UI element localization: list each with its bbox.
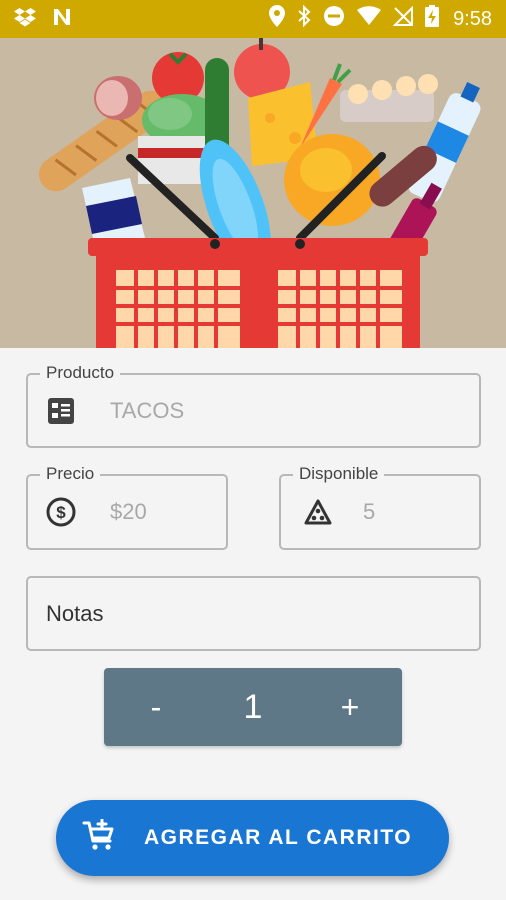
status-time: 9:58 xyxy=(453,7,492,30)
decrease-button[interactable]: - xyxy=(144,689,168,726)
producto-value: TACOS xyxy=(110,397,185,423)
add-cart-icon xyxy=(82,818,116,858)
precio-value: $20 xyxy=(110,499,147,524)
grocery-basket-banner xyxy=(0,38,506,348)
battery-charging-icon xyxy=(425,5,440,33)
disponible-label: Disponible xyxy=(293,464,385,484)
dropbox-icon xyxy=(14,7,36,32)
bluetooth-icon xyxy=(297,4,311,33)
stock-triangle-icon xyxy=(303,497,333,527)
producto-label: Producto xyxy=(40,363,121,383)
svg-text:$: $ xyxy=(56,503,66,522)
no-signal-icon xyxy=(392,5,414,32)
wifi-icon xyxy=(357,6,382,32)
notas-placeholder: Notas xyxy=(46,600,104,626)
status-bar: 9:58 xyxy=(0,0,506,38)
quantity-stepper: - 1 + xyxy=(104,668,402,746)
notas-field[interactable]: Notas xyxy=(26,576,481,651)
dollar-circle-icon: $ xyxy=(46,497,76,527)
add-to-cart-label: AGREGAR AL CARRITO xyxy=(144,826,413,849)
precio-label: Precio xyxy=(40,464,101,484)
location-icon xyxy=(269,5,286,33)
disponible-field[interactable]: Disponible 5 xyxy=(279,464,481,550)
increase-button[interactable]: + xyxy=(338,689,362,726)
disponible-value: 5 xyxy=(363,499,376,524)
add-to-cart-button[interactable]: AGREGAR AL CARRITO xyxy=(56,800,449,876)
producto-field[interactable]: Producto TACOS xyxy=(26,363,481,448)
do-not-disturb-icon xyxy=(323,5,345,33)
list-icon xyxy=(46,396,76,426)
n-app-icon xyxy=(52,7,72,32)
quantity-value: 1 xyxy=(243,687,263,726)
precio-field[interactable]: Precio $ $20 xyxy=(26,464,228,550)
